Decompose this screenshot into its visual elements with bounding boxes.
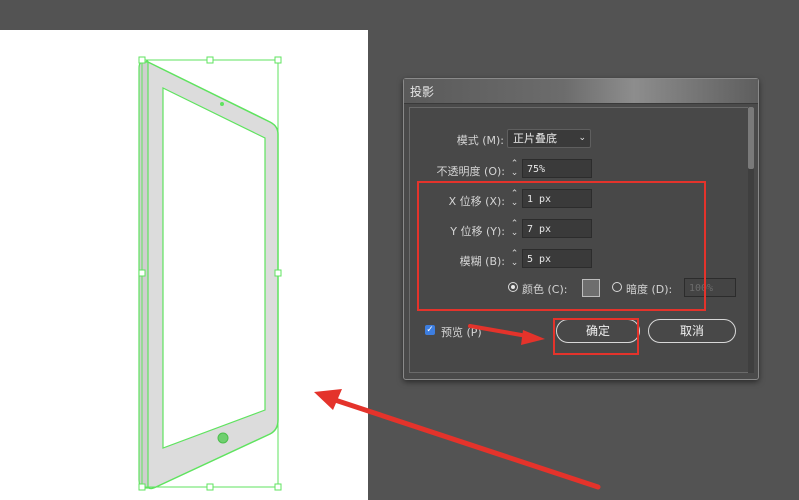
annotation-arrow-to-ok: [468, 324, 545, 345]
